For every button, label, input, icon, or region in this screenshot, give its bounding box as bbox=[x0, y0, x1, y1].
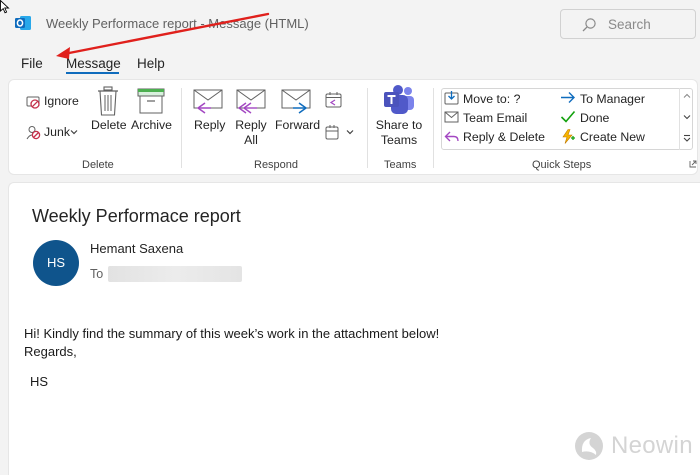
tab-message[interactable]: Message bbox=[66, 56, 121, 71]
quick-step-label: Done bbox=[580, 111, 610, 125]
delete-label: Delete bbox=[91, 118, 127, 132]
reply-label: Reply bbox=[194, 118, 226, 132]
message-subject: Weekly Performace report bbox=[32, 206, 241, 226]
junk-icon bbox=[26, 126, 41, 140]
teams-icon bbox=[384, 85, 414, 114]
quick-step-label: Reply & Delete bbox=[463, 130, 546, 144]
neowin-logo-icon bbox=[575, 432, 603, 460]
gallery-more-icon[interactable] bbox=[683, 134, 691, 143]
to-label: To bbox=[90, 267, 104, 281]
trash-icon bbox=[98, 86, 118, 116]
ignore-label: Ignore bbox=[44, 94, 79, 108]
chevron-down-icon bbox=[346, 130, 354, 135]
arrow-right-icon bbox=[561, 92, 575, 103]
checkmark-icon bbox=[560, 110, 576, 123]
chevron-down-icon bbox=[70, 130, 78, 135]
group-label-delete: Delete bbox=[82, 159, 114, 171]
share-to-teams-label-line1: Share to bbox=[375, 118, 423, 132]
group-divider bbox=[433, 88, 434, 168]
group-label-teams: Teams bbox=[384, 159, 417, 171]
search-icon bbox=[582, 18, 596, 32]
quick-step-label: To Manager bbox=[580, 92, 645, 106]
recipient-redacted bbox=[108, 266, 242, 282]
quick-step-label: Team Email bbox=[463, 111, 528, 125]
forward-label: Forward bbox=[275, 118, 321, 132]
group-divider bbox=[181, 88, 182, 168]
chevron-down-icon[interactable] bbox=[683, 114, 691, 120]
move-to-folder-icon bbox=[444, 91, 459, 105]
active-tab-indicator bbox=[66, 72, 119, 74]
reply-all-icon bbox=[236, 89, 266, 114]
mouse-cursor-icon bbox=[0, 0, 10, 14]
group-label-respond: Respond bbox=[254, 159, 299, 171]
group-divider bbox=[367, 88, 368, 168]
group-label-quick-steps: Quick Steps bbox=[532, 159, 592, 171]
lightning-icon bbox=[562, 129, 575, 144]
quick-step-label: Create New bbox=[580, 130, 645, 144]
chevron-up-icon[interactable] bbox=[683, 93, 691, 99]
message-body-line: HS bbox=[30, 374, 49, 389]
team-email-icon bbox=[444, 111, 459, 123]
archive-icon bbox=[137, 88, 165, 114]
junk-label: Junk bbox=[44, 125, 70, 139]
outlook-icon bbox=[15, 16, 31, 30]
message-body-line: Hi! Kindly find the summary of this week… bbox=[24, 326, 440, 341]
tab-help[interactable]: Help bbox=[137, 56, 165, 71]
search-input[interactable]: Search bbox=[560, 9, 696, 39]
more-respond-icon bbox=[325, 125, 339, 140]
ignore-icon bbox=[26, 96, 40, 109]
watermark-text: Neowin bbox=[611, 432, 693, 459]
reply-icon bbox=[193, 89, 223, 114]
gallery-scrollbar[interactable] bbox=[679, 88, 693, 150]
sender-name[interactable]: Hemant Saxena bbox=[90, 241, 183, 256]
archive-label: Archive bbox=[131, 118, 173, 132]
ribbon: Ignore Junk Delete Archive Delete Reply … bbox=[8, 79, 698, 175]
dialog-launcher-icon[interactable] bbox=[689, 160, 697, 168]
title-bar: Weekly Performace report - Message (HTML… bbox=[0, 0, 700, 46]
reply-all-label-line1: Reply bbox=[235, 118, 267, 132]
reply-delete-icon bbox=[444, 131, 459, 142]
share-to-teams-label-line2: Teams bbox=[380, 133, 418, 147]
tab-file[interactable]: File bbox=[21, 56, 43, 71]
calendar-reply-icon[interactable] bbox=[325, 91, 342, 108]
window-title: Weekly Performace report - Message (HTML… bbox=[46, 16, 309, 31]
quick-step-label: Move to: ? bbox=[463, 92, 521, 106]
search-placeholder: Search bbox=[608, 17, 651, 32]
reply-all-label-line2: All bbox=[244, 133, 258, 147]
forward-icon bbox=[281, 89, 311, 114]
message-body-line: Regards, bbox=[24, 344, 77, 359]
avatar[interactable]: HS bbox=[33, 240, 79, 286]
